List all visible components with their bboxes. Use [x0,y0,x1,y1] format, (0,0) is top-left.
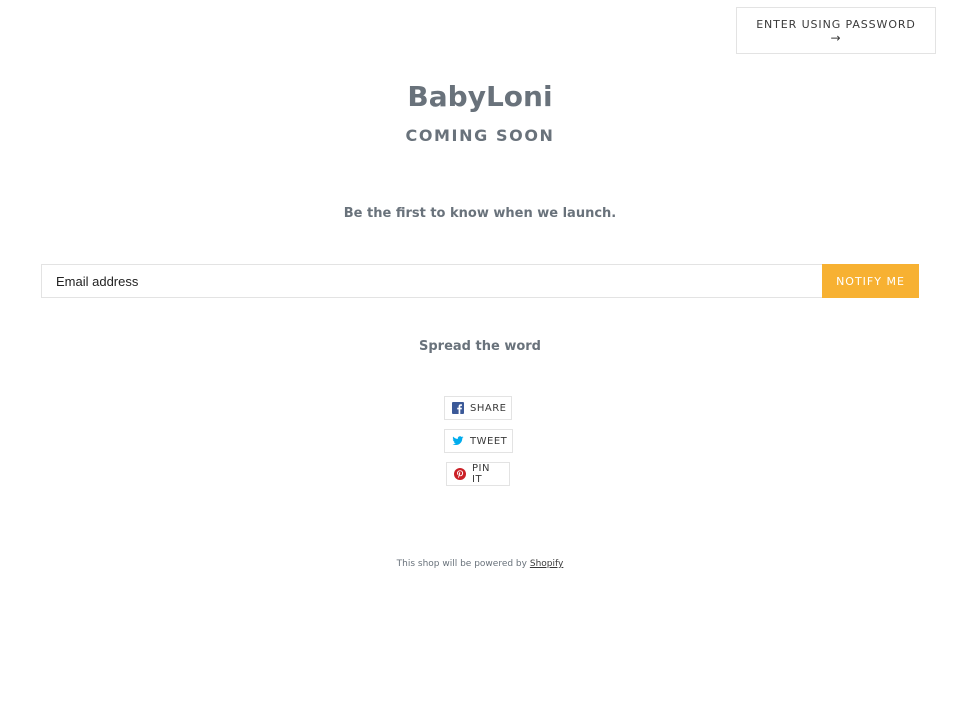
share-twitter-button[interactable]: TWEET [444,429,513,453]
arrow-right-icon: → [830,30,842,45]
powered-by-text: This shop will be powered by [396,559,527,569]
share-facebook-button[interactable]: SHARE [444,396,512,420]
notify-me-button[interactable]: NOTIFY ME [822,264,919,298]
share-pinterest-button[interactable]: PIN IT [446,462,510,486]
share-pinterest-label: PIN IT [472,463,490,485]
signup-tagline: Be the first to know when we launch. [343,206,617,221]
shop-name: BabyLoni [407,80,553,113]
share-facebook-label: SHARE [470,402,507,414]
email-input[interactable] [41,264,822,298]
powered-by-footer: This shop will be powered by Shopify [0,559,960,569]
password-page: ENTER USING PASSWORD → BabyLoni COMING S… [0,0,960,720]
twitter-icon [452,435,464,447]
share-twitter-label: TWEET [470,435,508,447]
shopify-link[interactable]: Shopify [530,559,563,569]
newsletter-form: NOTIFY ME [41,264,919,298]
enter-password-button[interactable]: ENTER USING PASSWORD → [736,7,936,54]
coming-soon-heading: COMING SOON [405,126,555,145]
spread-the-word-heading: Spread the word [419,339,541,354]
enter-password-label: ENTER USING PASSWORD [756,17,916,31]
pinterest-icon [454,468,466,480]
facebook-icon [452,402,464,414]
